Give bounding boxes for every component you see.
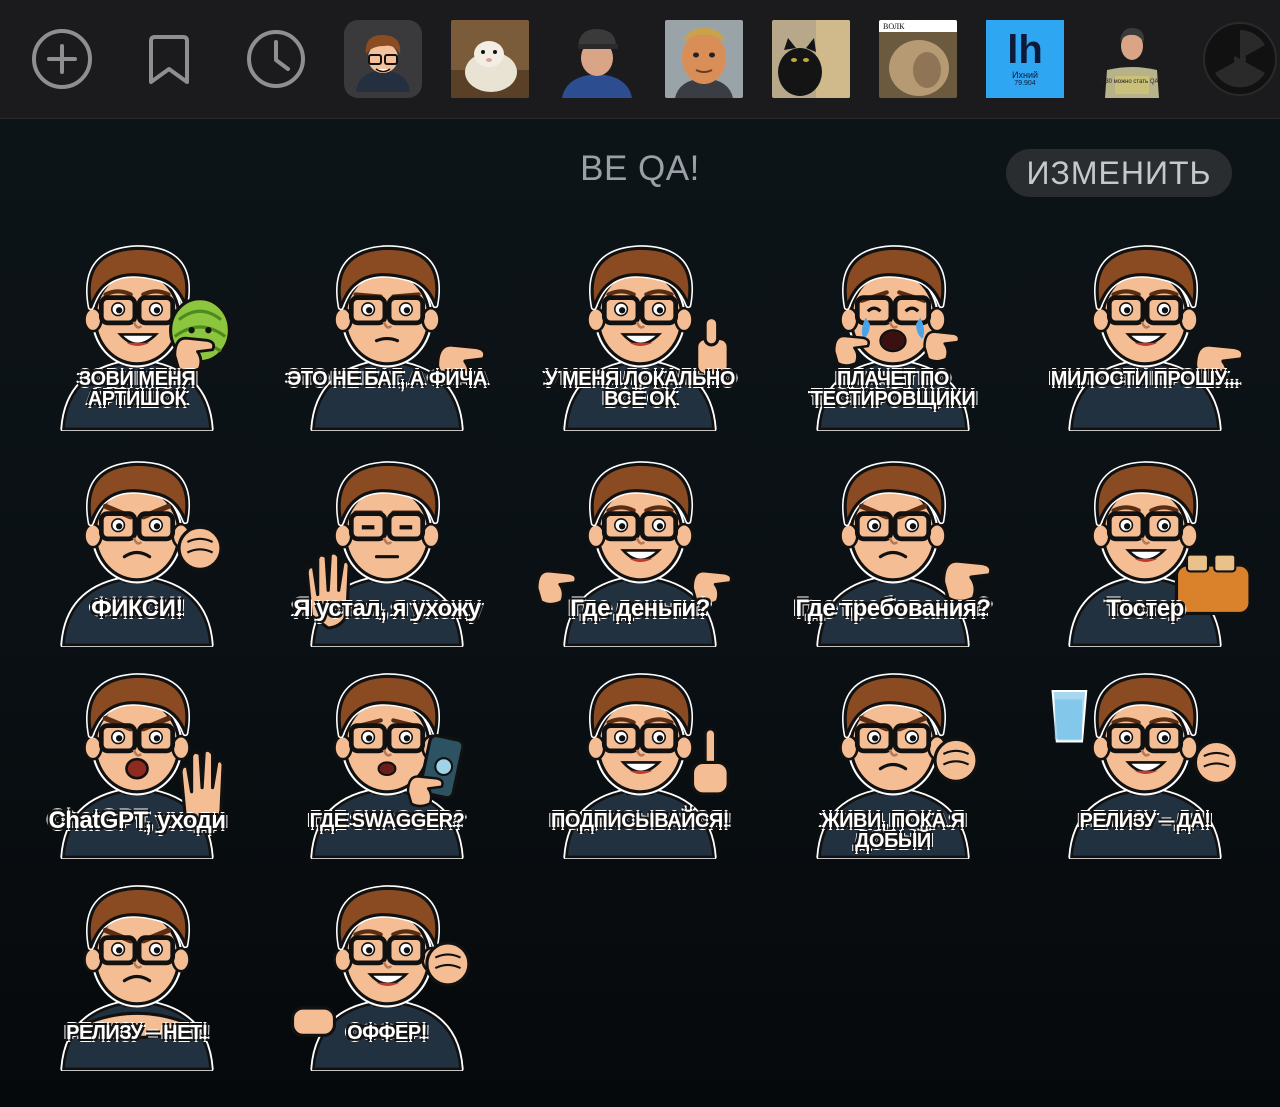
sticker-caption: ChatGPT, уходи: [48, 807, 226, 834]
sticker-7[interactable]: Я устал, я ухожу: [282, 437, 492, 647]
clock-icon: [247, 30, 305, 88]
pack-radiation-button[interactable]: [1200, 20, 1280, 98]
sticker-6[interactable]: ФИКСИ!: [32, 437, 242, 647]
sticker-caption: ФИКСИ!: [91, 595, 183, 622]
sticker-caption: РЕЛИЗУ – НЕТ!: [66, 1022, 208, 1044]
pack-be-qa-button[interactable]: [344, 20, 422, 98]
sticker-11[interactable]: ChatGPT, уходи: [32, 649, 242, 859]
pack-mr-incredible-thumbnail: [665, 20, 743, 98]
sticker-4[interactable]: ПЛАЧЕТ ПО ТЕСТИРОВЩИКИ: [788, 221, 998, 431]
sticker-13[interactable]: ПОДПИСЫВАЙСЯ!: [535, 649, 745, 859]
sticker-caption: Тостер: [1106, 595, 1184, 622]
recent-stickers-button[interactable]: [237, 20, 315, 98]
pack-title: BE QA!: [580, 149, 700, 188]
sticker-caption: Я устал, я ухожу: [293, 595, 481, 622]
sticker-10[interactable]: Тостер: [1040, 437, 1250, 647]
pack-lh-button[interactable]: lh Ихний 79.904: [986, 20, 1064, 98]
pack-mr-incredible-button[interactable]: [665, 20, 743, 98]
sticker-character: [310, 245, 487, 431]
lh-number: 79.904: [1014, 80, 1036, 87]
pack-man-cap-thumbnail: [558, 20, 636, 98]
pack-lh-thumbnail: lh Ихний 79.904: [986, 20, 1064, 98]
sticker-caption: ЖИВИ, ПОКА Я ДОБЫЙ: [821, 810, 965, 852]
bookmark-icon: [149, 35, 189, 84]
sticker-12[interactable]: ГДЕ SWAGGER?: [282, 649, 492, 859]
sticker-3[interactable]: У МЕНЯ ЛОКАЛЬНО ВСЁ ОК: [535, 221, 745, 431]
sticker-17[interactable]: ОФФЕР!: [282, 861, 492, 1071]
sticker-caption: Где требования?: [795, 595, 991, 622]
pack-opossum-button[interactable]: [451, 20, 529, 98]
edit-pack-button[interactable]: ИЗМЕНИТЬ: [1006, 149, 1232, 197]
add-pack-icon: [32, 29, 92, 89]
sticker-caption: ПЛАЧЕТ ПО ТЕСТИРОВЩИКИ: [810, 368, 976, 410]
sticker-caption: ГДЕ SWAGGER?: [309, 810, 465, 832]
sticker-caption: ЭТО НЕ БАГ, А ФИЧА: [287, 368, 487, 390]
lh-symbol: lh: [1007, 28, 1043, 72]
sticker-8[interactable]: Где деньги?: [535, 437, 745, 647]
sticker-15[interactable]: РЕЛИЗУ – ДА!: [1040, 649, 1250, 859]
pack-wolf-thumbnail: ВОЛК: [879, 20, 957, 98]
lh-name: Ихний: [1012, 70, 1038, 80]
pack-qa-man-thumbnail: в 30 можно стать QA?!: [1093, 20, 1171, 98]
sticker-caption: ОФФЕР!: [347, 1022, 427, 1044]
wolf-label: ВОЛК: [883, 22, 905, 31]
sticker-16[interactable]: РЕЛИЗУ – НЕТ!: [32, 861, 242, 1071]
pack-cats-thumbnail: [772, 20, 850, 98]
add-pack-button[interactable]: [23, 20, 101, 98]
sticker-character: [1068, 245, 1245, 431]
sticker-14[interactable]: ЖИВИ, ПОКА Я ДОБЫЙ: [788, 649, 998, 859]
qa-shirt-text: в 30 можно стать QA?!: [1100, 79, 1163, 85]
pack-be-qa-thumbnail: [356, 34, 410, 92]
sticker-caption: РЕЛИЗУ – ДА!: [1079, 810, 1211, 832]
sticker-caption: Где деньги?: [570, 595, 710, 622]
sticker-caption: ЗОВИ МЕНЯ АРТИШОК: [78, 368, 196, 410]
sticker-caption: У МЕНЯ ЛОКАЛЬНО ВСЁ ОК: [545, 368, 735, 410]
sticker-2[interactable]: ЭТО НЕ БАГ, А ФИЧА: [282, 221, 492, 431]
pack-cats-button[interactable]: [772, 20, 850, 98]
sticker-5[interactable]: МИЛОСТИ ПРОШУ...: [1040, 221, 1250, 431]
pack-man-cap-button[interactable]: [558, 20, 636, 98]
saved-stickers-button[interactable]: [130, 20, 208, 98]
sticker-pack-panel: BE QA! ИЗМЕНИТЬ ЗОВИ МЕНЯ АРТИШОК ЭТО НЕ…: [0, 119, 1280, 1107]
radiation-icon: [1203, 22, 1277, 96]
sticker-9[interactable]: Где требования?: [788, 437, 998, 647]
sticker-caption: ПОДПИСЫВАЙСЯ!: [551, 810, 729, 832]
sticker-pack-toolbar: ВОЛК lh Ихний 79.904 в 30 можно стать QA…: [0, 0, 1280, 119]
pack-qa-man-button[interactable]: в 30 можно стать QA?!: [1093, 20, 1171, 98]
sticker-1[interactable]: ЗОВИ МЕНЯ АРТИШОК: [32, 221, 242, 431]
pack-opossum-thumbnail: [451, 20, 529, 98]
sticker-caption: МИЛОСТИ ПРОШУ...: [1050, 368, 1240, 390]
pack-wolf-button[interactable]: ВОЛК: [879, 20, 957, 98]
